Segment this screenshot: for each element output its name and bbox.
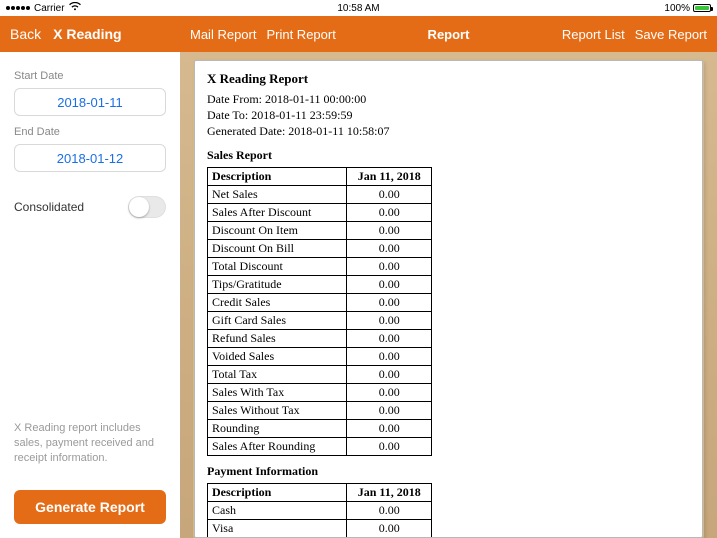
cell-value: 0.00 bbox=[347, 401, 432, 419]
cell-description: Voided Sales bbox=[208, 347, 347, 365]
cell-description: Total Tax bbox=[208, 365, 347, 383]
cell-value: 0.00 bbox=[347, 419, 432, 437]
report-list-button[interactable]: Report List bbox=[562, 27, 625, 42]
table-row: Net Sales0.00 bbox=[208, 185, 432, 203]
table-row: Total Tax0.00 bbox=[208, 365, 432, 383]
cell-value: 0.00 bbox=[347, 293, 432, 311]
sidebar-title: X Reading bbox=[53, 26, 121, 42]
sidebar: Back X Reading Start Date 2018-01-11 End… bbox=[0, 16, 180, 538]
cell-description: Discount On Bill bbox=[208, 239, 347, 257]
report-title: Report bbox=[428, 27, 470, 42]
cell-value: 0.00 bbox=[347, 347, 432, 365]
table-row: Credit Sales0.00 bbox=[208, 293, 432, 311]
cell-value: 0.00 bbox=[347, 365, 432, 383]
report-date-to: Date To: 2018-01-11 23:59:59 bbox=[207, 107, 690, 123]
cell-value: 0.00 bbox=[347, 329, 432, 347]
end-date-button[interactable]: 2018-01-12 bbox=[14, 144, 166, 172]
cell-value: 0.00 bbox=[347, 437, 432, 455]
report-document[interactable]: X Reading Report Date From: 2018-01-11 0… bbox=[194, 60, 703, 538]
status-time: 10:58 AM bbox=[337, 3, 379, 14]
cell-value: 0.00 bbox=[347, 203, 432, 221]
cell-description: Gift Card Sales bbox=[208, 311, 347, 329]
save-report-button[interactable]: Save Report bbox=[635, 27, 707, 42]
cell-description: Visa bbox=[208, 519, 347, 537]
cell-value: 0.00 bbox=[347, 519, 432, 537]
cell-description: Tips/Gratitude bbox=[208, 275, 347, 293]
report-date-from: Date From: 2018-01-11 00:00:00 bbox=[207, 91, 690, 107]
table-row: Sales After Rounding0.00 bbox=[208, 437, 432, 455]
table-row: Gift Card Sales0.00 bbox=[208, 311, 432, 329]
cell-description: Total Discount bbox=[208, 257, 347, 275]
sidebar-header: Back X Reading bbox=[0, 16, 180, 52]
col-date: Jan 11, 2018 bbox=[347, 167, 432, 185]
cell-description: Net Sales bbox=[208, 185, 347, 203]
report-heading: X Reading Report bbox=[207, 71, 690, 87]
main-header: Mail Report Print Report Report Report L… bbox=[180, 16, 717, 52]
battery-percent: 100% bbox=[664, 3, 690, 14]
cell-value: 0.00 bbox=[347, 311, 432, 329]
cell-description: Credit Sales bbox=[208, 293, 347, 311]
generate-report-button[interactable]: Generate Report bbox=[14, 490, 166, 524]
cell-value: 0.00 bbox=[347, 257, 432, 275]
col-description: Description bbox=[208, 167, 347, 185]
cell-value: 0.00 bbox=[347, 275, 432, 293]
cell-value: 0.00 bbox=[347, 501, 432, 519]
consolidated-toggle[interactable] bbox=[128, 196, 166, 218]
payment-section-title: Payment Information bbox=[207, 464, 690, 479]
table-row: Cash0.00 bbox=[208, 501, 432, 519]
start-date-label: Start Date bbox=[14, 70, 166, 82]
back-button[interactable]: Back bbox=[10, 26, 41, 42]
sales-section-title: Sales Report bbox=[207, 148, 690, 163]
table-row: Discount On Bill0.00 bbox=[208, 239, 432, 257]
cell-value: 0.00 bbox=[347, 185, 432, 203]
battery-icon bbox=[693, 4, 711, 12]
table-row: Total Discount0.00 bbox=[208, 257, 432, 275]
print-report-button[interactable]: Print Report bbox=[266, 27, 335, 42]
signal-icon bbox=[6, 6, 30, 10]
cell-description: Sales After Rounding bbox=[208, 437, 347, 455]
mail-report-button[interactable]: Mail Report bbox=[190, 27, 256, 42]
info-text: X Reading report includes sales, payment… bbox=[14, 321, 166, 466]
cell-description: Discount On Item bbox=[208, 221, 347, 239]
start-date-button[interactable]: 2018-01-11 bbox=[14, 88, 166, 116]
cell-description: Sales After Discount bbox=[208, 203, 347, 221]
table-row: Visa0.00 bbox=[208, 519, 432, 537]
table-row: Voided Sales0.00 bbox=[208, 347, 432, 365]
table-row: Tips/Gratitude0.00 bbox=[208, 275, 432, 293]
cell-value: 0.00 bbox=[347, 239, 432, 257]
cell-description: Sales Without Tax bbox=[208, 401, 347, 419]
col-description: Description bbox=[208, 483, 347, 501]
table-row: Refund Sales0.00 bbox=[208, 329, 432, 347]
status-bar: Carrier 10:58 AM 100% bbox=[0, 0, 717, 16]
end-date-label: End Date bbox=[14, 126, 166, 138]
carrier-label: Carrier bbox=[34, 3, 65, 14]
cell-description: Sales With Tax bbox=[208, 383, 347, 401]
table-row: Sales After Discount0.00 bbox=[208, 203, 432, 221]
table-row: Sales With Tax0.00 bbox=[208, 383, 432, 401]
main-panel: Mail Report Print Report Report Report L… bbox=[180, 16, 717, 538]
col-date: Jan 11, 2018 bbox=[347, 483, 432, 501]
table-row: Sales Without Tax0.00 bbox=[208, 401, 432, 419]
report-generated: Generated Date: 2018-01-11 10:58:07 bbox=[207, 123, 690, 139]
table-row: Rounding0.00 bbox=[208, 419, 432, 437]
cell-description: Rounding bbox=[208, 419, 347, 437]
sales-table: Description Jan 11, 2018 Net Sales0.00Sa… bbox=[207, 167, 432, 456]
cell-description: Cash bbox=[208, 501, 347, 519]
consolidated-label: Consolidated bbox=[14, 200, 84, 214]
cell-description: Refund Sales bbox=[208, 329, 347, 347]
wifi-icon bbox=[69, 2, 81, 14]
cell-value: 0.00 bbox=[347, 221, 432, 239]
cell-value: 0.00 bbox=[347, 383, 432, 401]
payment-table: Description Jan 11, 2018 Cash0.00Visa0.0… bbox=[207, 483, 432, 538]
table-row: Discount On Item0.00 bbox=[208, 221, 432, 239]
